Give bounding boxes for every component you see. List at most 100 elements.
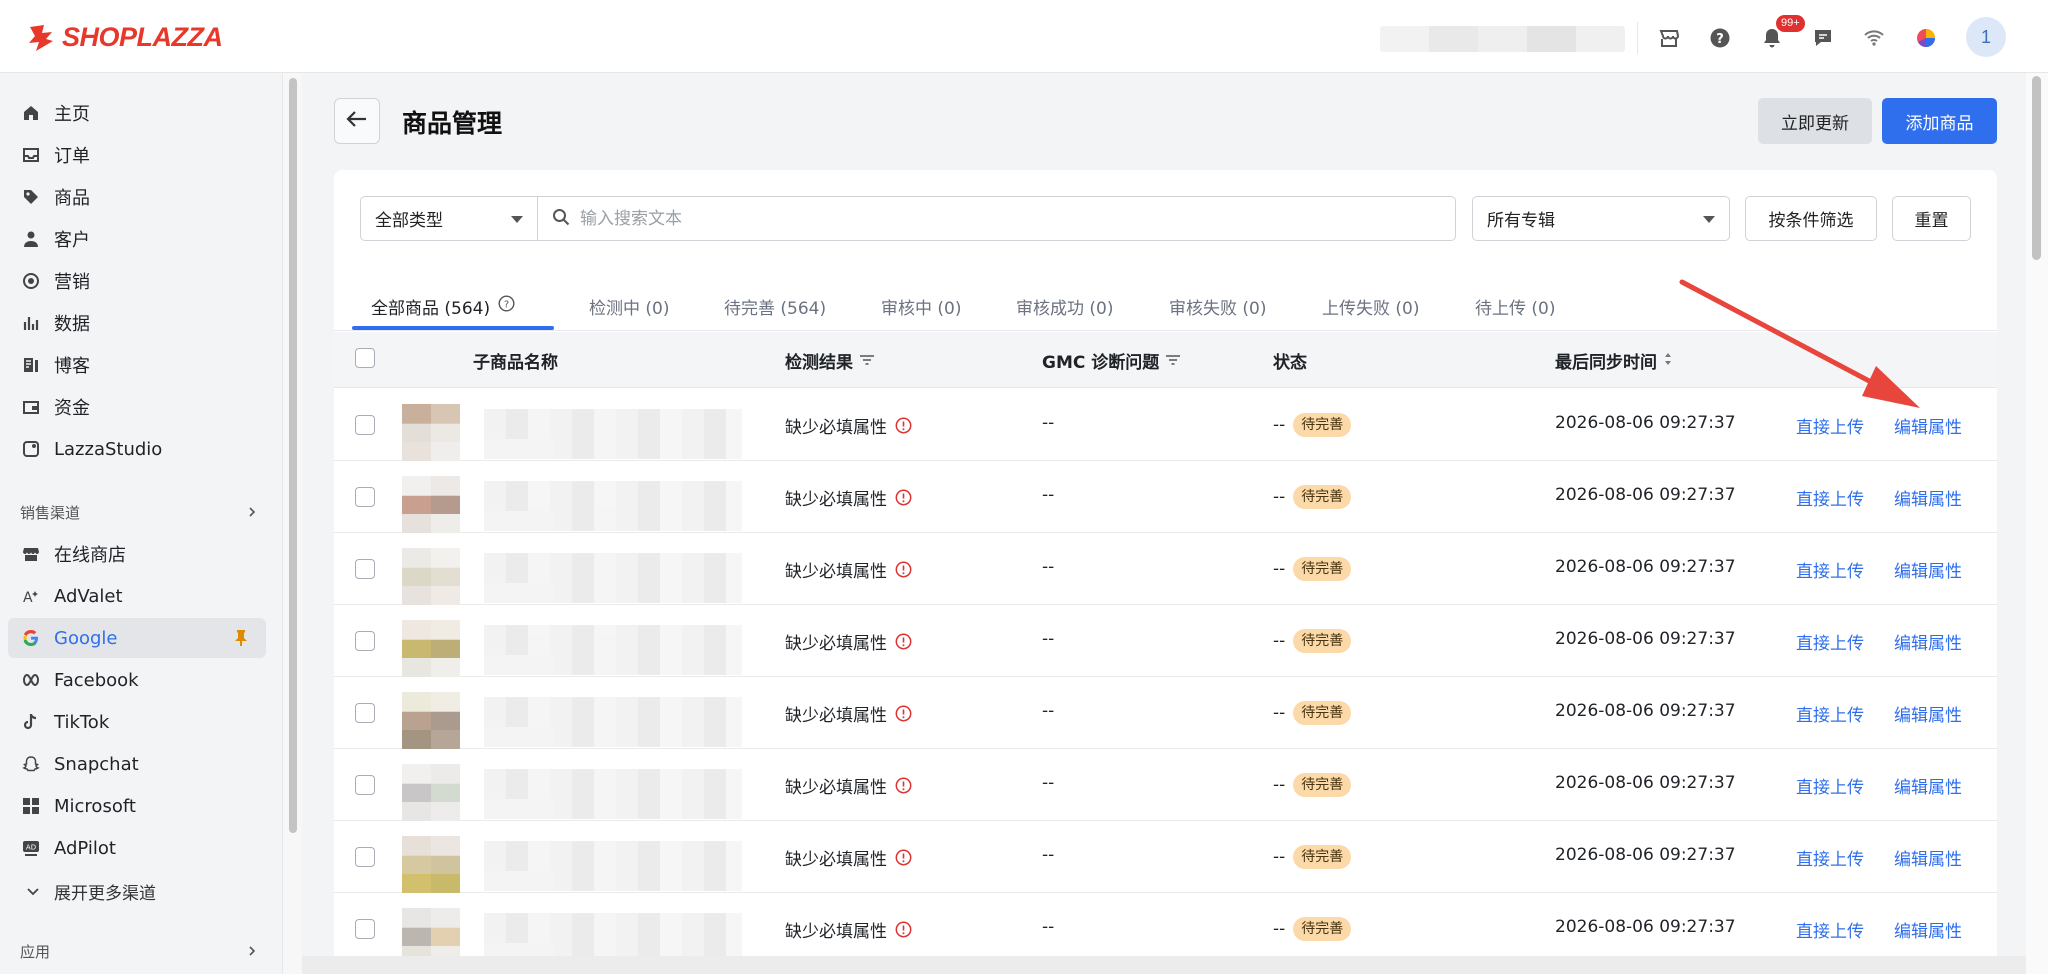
edit-attributes-link[interactable]: 编辑属性 [1894, 845, 1962, 870]
row-checkbox[interactable] [355, 919, 375, 939]
edit-attributes-link[interactable]: 编辑属性 [1894, 773, 1962, 798]
sidebar-item-customers[interactable]: 客户 [8, 219, 266, 259]
row-checkbox[interactable] [355, 487, 375, 507]
direct-upload-link[interactable]: 直接上传 [1796, 485, 1864, 510]
sidebar-item-home[interactable]: 主页 [8, 93, 266, 133]
search-input[interactable] [580, 208, 1440, 229]
error-info-icon[interactable] [895, 921, 912, 938]
search-box[interactable] [537, 196, 1456, 241]
error-info-icon[interactable] [895, 417, 912, 434]
error-info-icon[interactable] [895, 705, 912, 722]
table-row[interactable]: 缺少必填属性 -- -- 待完善 2026-08-06 09:27:37 直接上… [334, 893, 1997, 966]
sidebar-item-marketing[interactable]: 营销 [8, 261, 266, 301]
sidebar-item-adpilot[interactable]: AD AdPilot [8, 828, 266, 868]
reset-button[interactable]: 重置 [1892, 196, 1971, 241]
main-scroll-thumb[interactable] [2032, 76, 2041, 260]
wifi-icon[interactable] [1858, 22, 1890, 54]
table-row[interactable]: 缺少必填属性 -- -- 待完善 2026-08-06 09:27:37 直接上… [334, 677, 1997, 750]
table-row[interactable]: 缺少必填属性 -- -- 待完善 2026-08-06 09:27:37 直接上… [334, 821, 1997, 894]
product-name-blurred [484, 769, 742, 819]
pin-icon[interactable] [234, 629, 248, 652]
table-row[interactable]: 缺少必填属性 -- -- 待完善 2026-08-06 09:27:37 直接上… [334, 749, 1997, 822]
sidebar-scrollbar[interactable] [282, 73, 302, 974]
store-icon[interactable] [1653, 22, 1685, 54]
sidebar-item-facebook[interactable]: Facebook [8, 660, 266, 700]
edit-attributes-link[interactable]: 编辑属性 [1894, 557, 1962, 582]
apps-heading[interactable]: 应用 [20, 941, 258, 962]
sidebar-item-tiktok[interactable]: TikTok [8, 702, 266, 742]
sidebar-item-lazzastudio[interactable]: LazzaStudio [8, 429, 266, 469]
row-checkbox[interactable] [355, 847, 375, 867]
tab-review-success[interactable]: 审核成功 (0) [1016, 286, 1113, 326]
sidebar-item-label: Microsoft [54, 795, 136, 817]
help-icon[interactable]: ? [1704, 22, 1736, 54]
filter-button[interactable]: 按条件筛选 [1745, 196, 1877, 241]
add-product-button[interactable]: 添加商品 [1882, 98, 1997, 144]
sidebar-scroll-thumb[interactable] [289, 78, 297, 833]
type-select[interactable]: 全部类型 [360, 196, 538, 241]
filter-icon[interactable] [859, 351, 875, 371]
product-name-blurred [484, 625, 742, 675]
error-info-icon[interactable] [895, 489, 912, 506]
sidebar-item-analytics[interactable]: 数据 [8, 303, 266, 343]
app-switcher-icon[interactable] [1910, 22, 1942, 54]
table-row[interactable]: 缺少必填属性 -- -- 待完善 2026-08-06 09:27:37 直接上… [334, 533, 1997, 606]
tab-checking[interactable]: 检测中 (0) [589, 286, 669, 326]
sidebar-item-snapchat[interactable]: Snapchat [8, 744, 266, 784]
tab-all-products[interactable]: 全部商品 (564) ? [371, 286, 515, 326]
tab-pending-upload[interactable]: 待上传 (0) [1475, 286, 1555, 326]
row-checkbox[interactable] [355, 415, 375, 435]
error-info-icon[interactable] [895, 849, 912, 866]
help-circle-icon[interactable]: ? [498, 295, 515, 317]
tab-upload-failed[interactable]: 上传失败 (0) [1322, 286, 1419, 326]
error-info-icon[interactable] [895, 777, 912, 794]
filter-icon[interactable] [1165, 351, 1181, 371]
edit-attributes-link[interactable]: 编辑属性 [1894, 485, 1962, 510]
sales-channels-heading[interactable]: 销售渠道 [20, 502, 258, 523]
horizontal-scrollbar[interactable] [302, 956, 2026, 974]
sidebar: 主页 订单 商品 客户 营销 数据 博客 资金 LazzaStudio 销售渠道… [0, 73, 282, 974]
row-checkbox[interactable] [355, 775, 375, 795]
svg-text:?: ? [504, 300, 509, 311]
edit-attributes-link[interactable]: 编辑属性 [1894, 701, 1962, 726]
direct-upload-link[interactable]: 直接上传 [1796, 557, 1864, 582]
check-result-text: 缺少必填属性 [785, 850, 887, 870]
table-row[interactable]: 缺少必填属性 -- -- 待完善 2026-08-06 09:27:37 直接上… [334, 461, 1997, 534]
edit-attributes-link[interactable]: 编辑属性 [1894, 917, 1962, 942]
sidebar-item-online-store[interactable]: 在线商店 [8, 534, 266, 574]
error-info-icon[interactable] [895, 561, 912, 578]
sidebar-item-orders[interactable]: 订单 [8, 135, 266, 175]
select-all-checkbox[interactable] [355, 348, 375, 368]
tab-reviewing[interactable]: 审核中 (0) [881, 286, 961, 326]
check-result-cell: 缺少必填属性 [785, 557, 912, 582]
avatar[interactable]: 1 [1966, 17, 2006, 57]
back-button[interactable] [334, 98, 380, 144]
main-scrollbar[interactable] [2026, 73, 2048, 974]
row-checkbox[interactable] [355, 559, 375, 579]
direct-upload-link[interactable]: 直接上传 [1796, 845, 1864, 870]
sidebar-item-advalet[interactable]: A AdValet [8, 576, 266, 616]
expand-more-channels[interactable]: 展开更多渠道 [26, 879, 156, 904]
error-info-icon[interactable] [895, 633, 912, 650]
direct-upload-link[interactable]: 直接上传 [1796, 629, 1864, 654]
sidebar-item-blog[interactable]: 博客 [8, 345, 266, 385]
sidebar-item-products[interactable]: 商品 [8, 177, 266, 217]
product-name-blurred [484, 409, 742, 459]
direct-upload-link[interactable]: 直接上传 [1796, 773, 1864, 798]
sidebar-item-google[interactable]: Google [8, 618, 266, 658]
sidebar-item-finance[interactable]: 资金 [8, 387, 266, 427]
row-checkbox[interactable] [355, 631, 375, 651]
direct-upload-link[interactable]: 直接上传 [1796, 917, 1864, 942]
sidebar-item-microsoft[interactable]: Microsoft [8, 786, 266, 826]
chat-icon[interactable] [1807, 22, 1839, 54]
edit-attributes-link[interactable]: 编辑属性 [1894, 629, 1962, 654]
row-checkbox[interactable] [355, 703, 375, 723]
product-thumbnail [402, 404, 460, 462]
update-now-button[interactable]: 立即更新 [1758, 98, 1872, 144]
tab-to-improve[interactable]: 待完善 (564) [724, 286, 826, 326]
table-row[interactable]: 缺少必填属性 -- -- 待完善 2026-08-06 09:27:37 直接上… [334, 605, 1997, 678]
shoplazza-logo[interactable]: SHOPLAZZA [26, 22, 223, 53]
direct-upload-link[interactable]: 直接上传 [1796, 701, 1864, 726]
collection-select[interactable]: 所有专辑 [1472, 196, 1730, 241]
tab-review-failed[interactable]: 审核失败 (0) [1169, 286, 1266, 326]
